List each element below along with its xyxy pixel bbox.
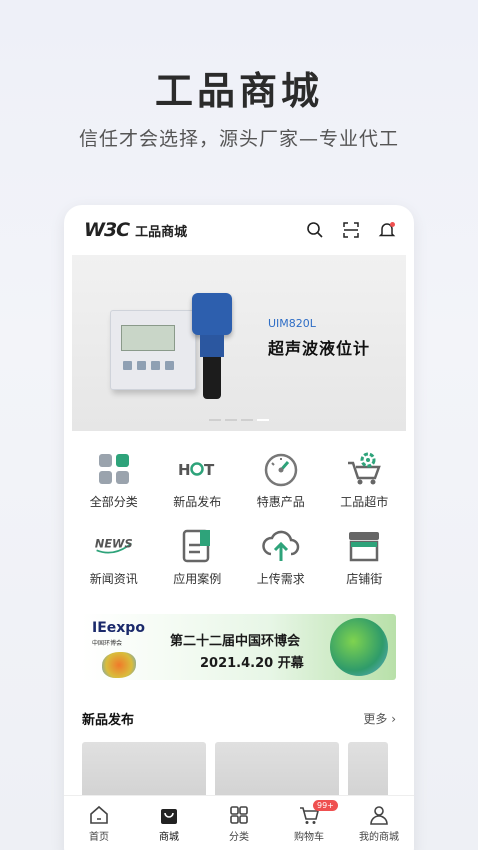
tab-label: 商城	[159, 832, 179, 843]
store-icon	[344, 526, 384, 566]
category-all[interactable]: 全部分类	[72, 449, 156, 510]
product-banner[interactable]: UIM820L 超声波液位计	[72, 255, 406, 431]
bell-icon[interactable]	[378, 221, 396, 239]
expo-ad-banner[interactable]: IEexpo 中国环博会 第二十二届中国环博会 2021.4.20 开幕	[82, 614, 396, 680]
tab-mall[interactable]: 商城	[134, 796, 204, 850]
carousel-dots	[72, 419, 406, 421]
more-label: 更多	[363, 712, 388, 726]
category-news[interactable]: NEWS 新闻资讯	[72, 526, 156, 587]
category-label: 工品超市	[340, 495, 389, 509]
banner-model: UIM820L	[268, 317, 316, 330]
category-market[interactable]: 工品超市	[323, 449, 407, 510]
ad-date: 2021.4.20 开幕	[200, 656, 304, 671]
gauge-icon	[261, 449, 301, 489]
document-icon	[177, 526, 217, 566]
tab-label: 购物车	[294, 832, 324, 843]
ad-brand: IEexpo	[92, 620, 145, 636]
ad-brand-sub: 中国环博会	[92, 640, 123, 647]
category-label: 应用案例	[173, 572, 222, 586]
bag-icon	[158, 804, 180, 826]
tab-cart[interactable]: 99+ 购物车	[274, 796, 344, 850]
category-stores[interactable]: 店铺街	[323, 526, 407, 587]
section-title: 新品发布	[82, 713, 135, 728]
tab-home[interactable]: 首页	[64, 796, 134, 850]
globe-graphic	[330, 618, 388, 676]
logo: W3C	[84, 219, 130, 241]
grid-icon	[94, 449, 134, 489]
tab-category[interactable]: 分类	[204, 796, 274, 850]
user-icon	[368, 804, 390, 826]
banner-product-name: 超声波液位计	[268, 339, 371, 358]
category-label: 新品发布	[173, 495, 222, 509]
home-icon	[88, 804, 110, 826]
cart-badge: 99+	[313, 800, 338, 811]
app-header: W3C 工品商城	[64, 205, 414, 255]
phone-frame: W3C 工品商城 UIM820L 超声波液位计 全部分类 HT 新品发布 特惠产…	[64, 205, 414, 850]
splash-graphic	[102, 652, 136, 678]
search-icon[interactable]	[306, 221, 324, 239]
svg-text:H: H	[178, 461, 191, 479]
tab-bar: 首页 商城 分类 99+ 购物车 我的商城	[64, 795, 414, 850]
news-icon: NEWS	[94, 526, 134, 566]
category-deals[interactable]: 特惠产品	[239, 449, 323, 510]
sensor-image	[192, 293, 232, 335]
category-new[interactable]: HT 新品发布	[156, 449, 240, 510]
ad-title: 第二十二届中国环博会	[170, 634, 301, 649]
more-link[interactable]: 更多 ›	[363, 710, 396, 727]
hero-title: 工品商城	[154, 69, 323, 113]
svg-text:T: T	[204, 461, 215, 479]
category-label: 特惠产品	[256, 495, 305, 509]
category-upload[interactable]: 上传需求	[239, 526, 323, 587]
category-label: 新闻资讯	[89, 572, 138, 586]
category-grid: 全部分类 HT 新品发布 特惠产品 工品超市 NEWS 新闻资讯 应用案例 上传…	[72, 449, 406, 587]
tab-label: 首页	[89, 832, 109, 843]
cloud-upload-icon	[261, 526, 301, 566]
category-icon	[228, 804, 250, 826]
app-name: 工品商城	[135, 224, 188, 240]
tab-my-mall[interactable]: 我的商城	[344, 796, 414, 850]
tab-label: 分类	[229, 832, 249, 843]
category-label: 店铺街	[346, 572, 383, 586]
category-label: 上传需求	[256, 572, 305, 586]
category-cases[interactable]: 应用案例	[156, 526, 240, 587]
hero-subtitle: 信任才会选择，源头厂家—专业代工	[78, 128, 399, 150]
cart-icon	[344, 449, 384, 489]
hot-icon: HT	[177, 449, 217, 489]
category-label: 全部分类	[89, 495, 138, 509]
scan-icon[interactable]	[342, 221, 360, 239]
svg-text:NEWS: NEWS	[95, 538, 133, 551]
tab-label: 我的商城	[359, 832, 399, 843]
controller-image	[110, 310, 196, 390]
chevron-right-icon: ›	[391, 712, 396, 726]
